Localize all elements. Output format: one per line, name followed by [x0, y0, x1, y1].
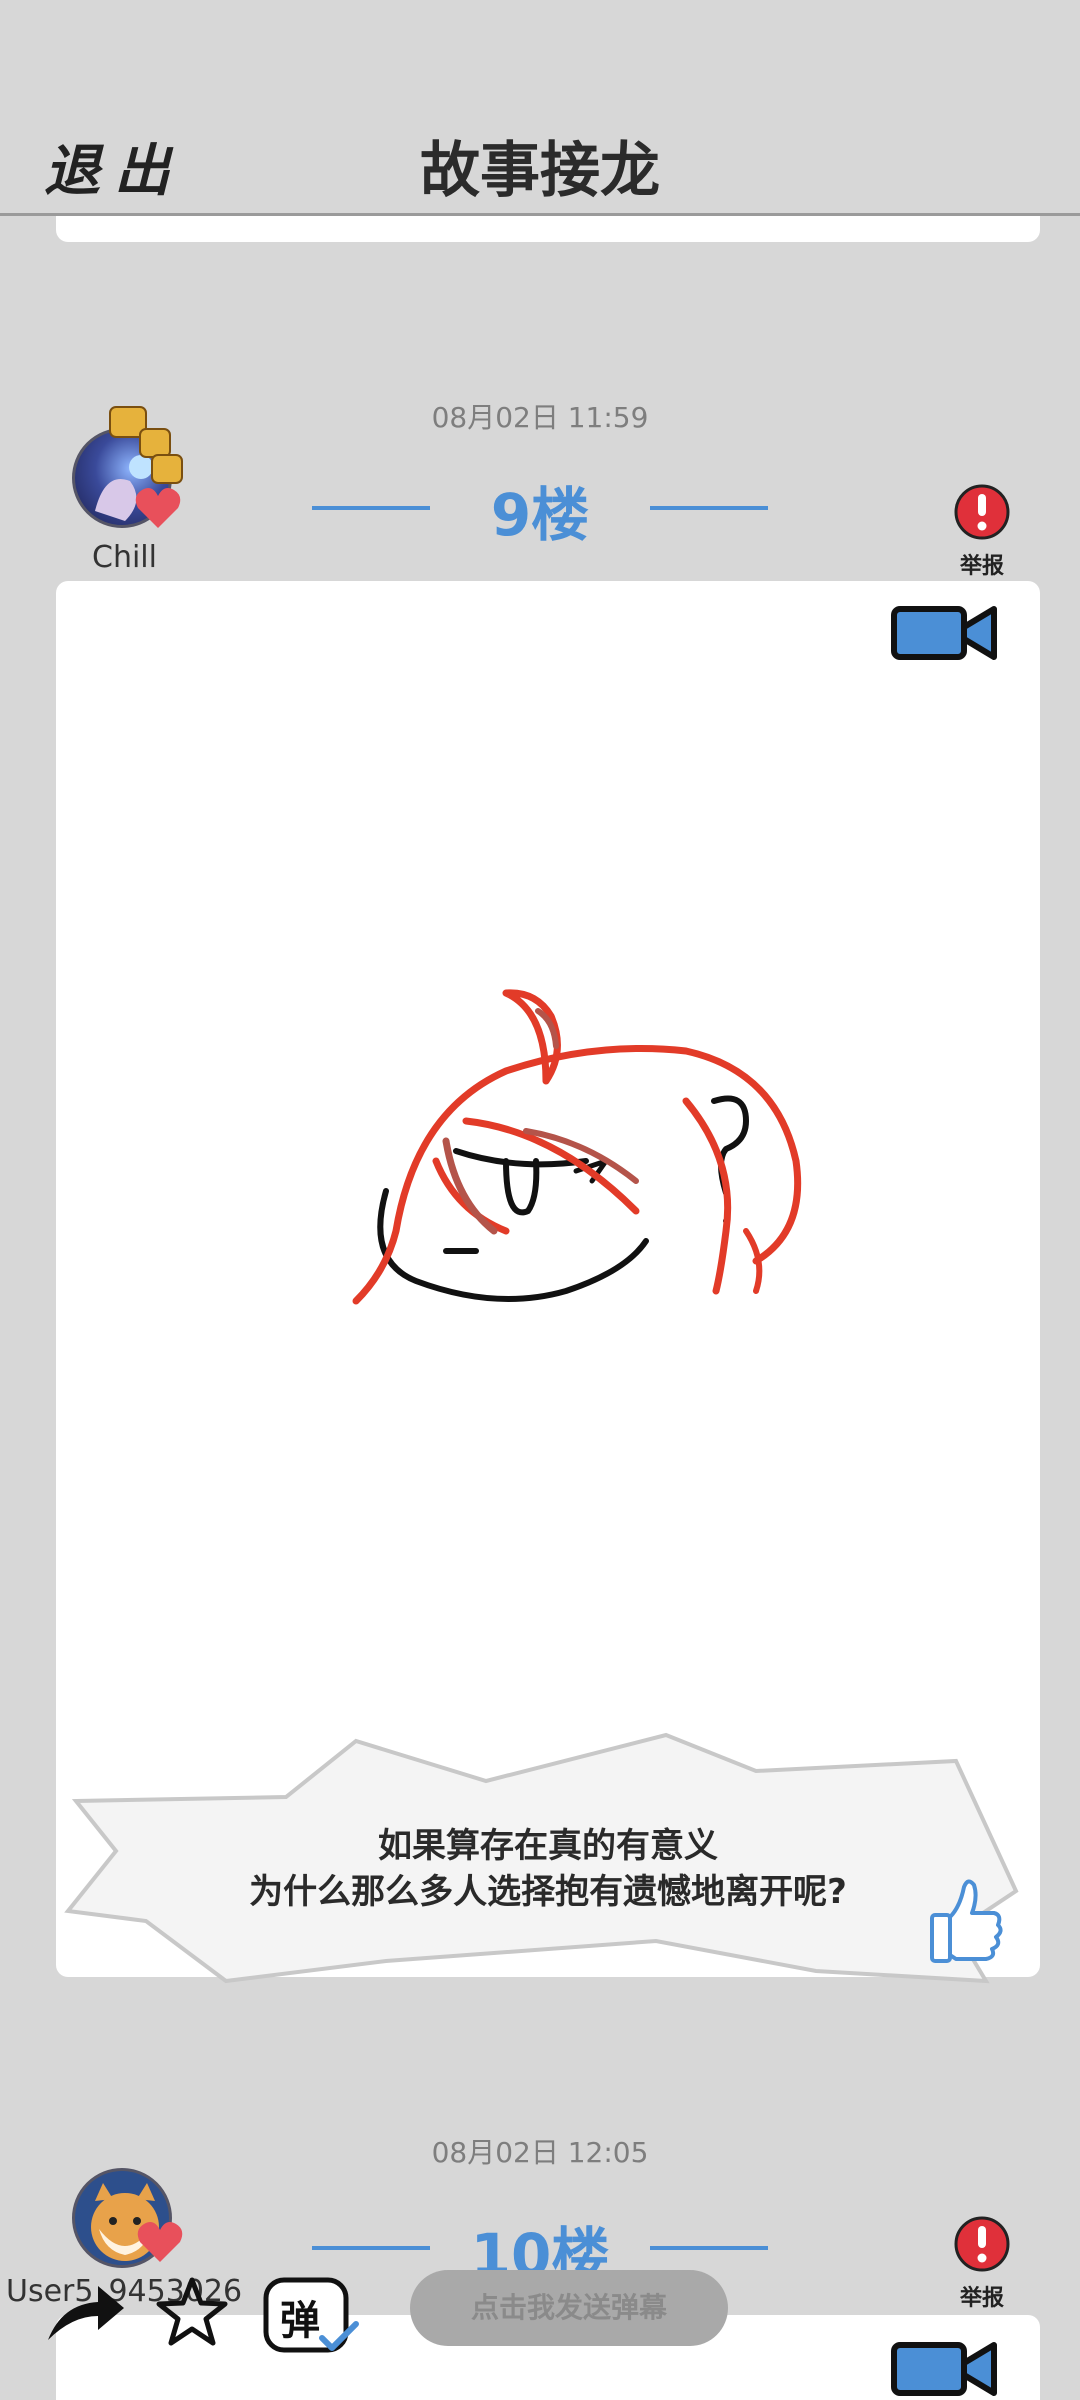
caption-line-2: 为什么那么多人选择抱有遗憾地离开呢? — [249, 1872, 847, 1912]
danmaku-toggle-button[interactable]: 弹 — [262, 2276, 362, 2356]
caption-line-1: 如果算存在真的有意义 — [378, 1826, 718, 1866]
app-header: 退出 故事接龙 — [0, 0, 1080, 216]
bottom-toolbar: 弹 点击我发送弹幕 — [0, 2250, 1080, 2360]
floor-header: 9楼 — [0, 468, 1080, 549]
header-divider — [0, 213, 1080, 216]
danmaku-toggle-label: 弹 — [280, 2298, 320, 2344]
floor-number: 9楼 — [490, 481, 590, 549]
thumbs-up-icon[interactable] — [926, 1877, 1006, 1965]
star-icon[interactable] — [156, 2276, 228, 2348]
page-title: 故事接龙 — [420, 136, 660, 206]
report-label: 举报 — [959, 554, 1004, 579]
video-camera-icon[interactable] — [890, 601, 1000, 665]
floor-line-right — [650, 506, 768, 510]
danmaku-input[interactable]: 点击我发送弹幕 — [410, 2270, 728, 2346]
drawing-artwork — [352, 989, 802, 1305]
report-button[interactable]: 举报 — [952, 482, 1012, 580]
caption-text: 如果算存在真的有意义 为什么那么多人选择抱有遗憾地离开呢? — [56, 1823, 1040, 1915]
exclamation-icon — [954, 484, 1010, 540]
post-timestamp: 08月02日 12:05 — [431, 2136, 649, 2169]
post-card: 如果算存在真的有意义 为什么那么多人选择抱有遗憾地离开呢? — [56, 581, 1040, 1984]
caption-banner: 如果算存在真的有意义 为什么那么多人选择抱有遗憾地离开呢? — [56, 1731, 1040, 2001]
share-arrow-icon[interactable] — [42, 2278, 128, 2346]
